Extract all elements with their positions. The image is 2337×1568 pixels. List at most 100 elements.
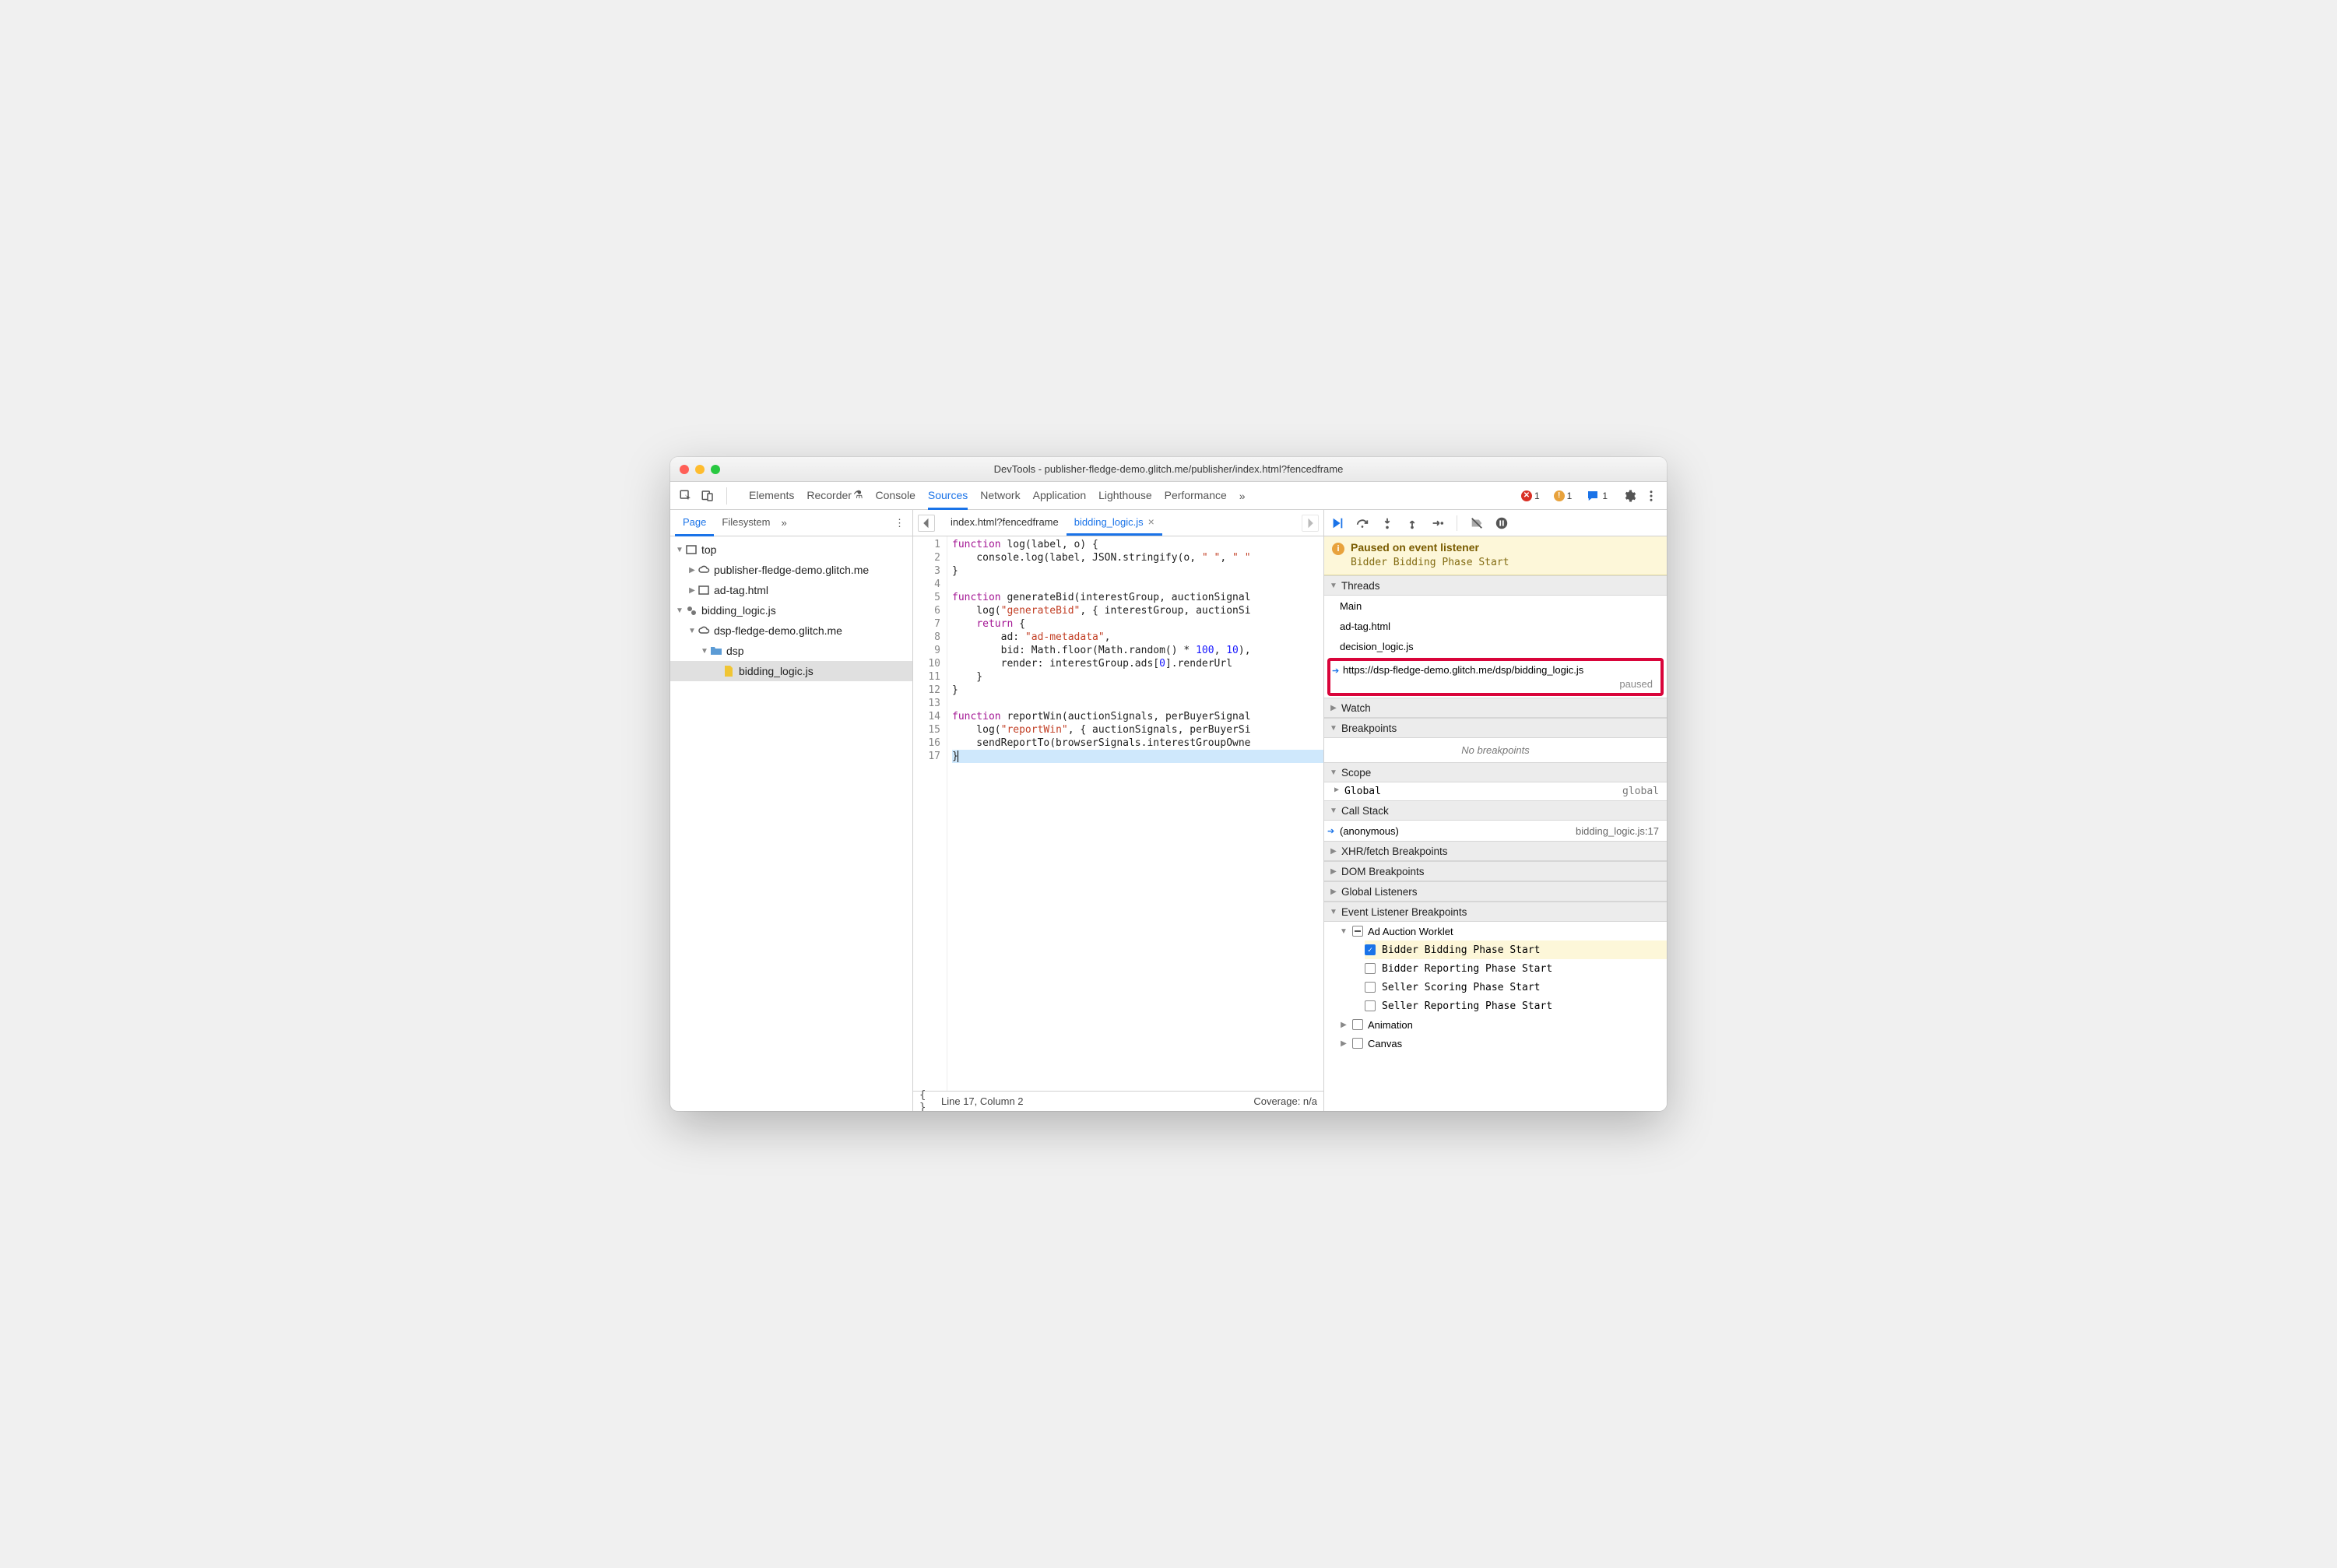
- line-gutter: 1234567891011121314151617: [913, 536, 947, 1091]
- tree-host-dsp[interactable]: ▼dsp-fledge-demo.glitch.me: [670, 621, 912, 641]
- elb-option[interactable]: Seller Reporting Phase Start: [1365, 997, 1667, 1015]
- pretty-print-icon[interactable]: { }: [919, 1089, 937, 1112]
- debugger-pane: i Paused on event listener Bidder Biddin…: [1324, 510, 1667, 1111]
- current-frame-arrow-icon: ➔: [1327, 826, 1334, 836]
- section-threads[interactable]: ▼Threads: [1324, 575, 1667, 596]
- device-toggle-icon[interactable]: [698, 487, 717, 505]
- tree-frame-adtag[interactable]: ▶ad-tag.html: [670, 580, 912, 600]
- checkbox-icon[interactable]: [1365, 963, 1376, 974]
- section-global-listeners[interactable]: ▶Global Listeners: [1324, 881, 1667, 902]
- issues-count[interactable]: 1: [1583, 489, 1611, 503]
- editor-pane: index.html?fencedframe bidding_logic.js×…: [913, 510, 1324, 1111]
- checkbox-mixed-icon[interactable]: [1352, 926, 1363, 937]
- tab-network[interactable]: Network: [980, 483, 1020, 510]
- file-tab-index[interactable]: index.html?fencedframe: [943, 510, 1067, 536]
- checkbox-icon[interactable]: [1365, 1000, 1376, 1011]
- inspect-element-icon[interactable]: [676, 487, 695, 505]
- thread-active-highlight[interactable]: ➔ https://dsp-fledge-demo.glitch.me/dsp/…: [1327, 658, 1664, 696]
- nav-back-button[interactable]: [918, 515, 935, 532]
- section-breakpoints[interactable]: ▼Breakpoints: [1324, 718, 1667, 738]
- tree-frame-top[interactable]: ▼top: [670, 540, 912, 560]
- js-file-icon: [722, 665, 736, 677]
- elb-option[interactable]: ✓Bidder Bidding Phase Start: [1365, 940, 1667, 959]
- step-out-button[interactable]: [1405, 516, 1419, 530]
- close-window-button[interactable]: [680, 465, 689, 474]
- coverage-label: Coverage: n/a: [1253, 1095, 1317, 1107]
- warning-count[interactable]: !1: [1551, 490, 1576, 501]
- navigator-pane: Page Filesystem » ⋮ ▼top ▶publisher-fled…: [670, 510, 913, 1111]
- code-content: function log(label, o) { console.log(lab…: [947, 536, 1323, 1091]
- checkbox-icon[interactable]: [1365, 982, 1376, 993]
- error-count[interactable]: ✕1: [1518, 490, 1543, 501]
- folder-icon: [709, 645, 723, 657]
- section-callstack[interactable]: ▼Call Stack: [1324, 800, 1667, 821]
- step-into-button[interactable]: [1380, 516, 1394, 530]
- elb-option[interactable]: Bidder Reporting Phase Start: [1365, 959, 1667, 978]
- thread-adtag[interactable]: ad-tag.html: [1324, 616, 1667, 636]
- subtab-page[interactable]: Page: [675, 511, 714, 536]
- tree-host-publisher[interactable]: ▶publisher-fledge-demo.glitch.me: [670, 560, 912, 580]
- debugger-toolbar: [1324, 510, 1667, 536]
- file-tree: ▼top ▶publisher-fledge-demo.glitch.me ▶a…: [670, 536, 912, 1111]
- minimize-window-button[interactable]: [695, 465, 705, 474]
- elb-group-animation[interactable]: ▶Animation: [1337, 1015, 1667, 1034]
- pause-message: Bidder Bidding Phase Start: [1351, 557, 1509, 568]
- frame-icon: [697, 584, 711, 596]
- devtools-window: DevTools - publisher-fledge-demo.glitch.…: [670, 457, 1667, 1111]
- elb-group-canvas[interactable]: ▶Canvas: [1337, 1034, 1667, 1053]
- pause-on-exceptions-button[interactable]: [1495, 516, 1509, 530]
- zoom-window-button[interactable]: [711, 465, 720, 474]
- nav-forward-button[interactable]: [1302, 515, 1319, 532]
- section-event-listener-breakpoints[interactable]: ▼Event Listener Breakpoints: [1324, 902, 1667, 922]
- close-tab-icon[interactable]: ×: [1148, 516, 1154, 527]
- checkbox-checked-icon[interactable]: ✓: [1365, 944, 1376, 955]
- window-title: DevTools - publisher-fledge-demo.glitch.…: [670, 463, 1667, 475]
- section-watch[interactable]: ▶Watch: [1324, 698, 1667, 718]
- panel-tabs: Elements Recorder ⚗ Console Sources Netw…: [736, 482, 1515, 509]
- callstack-location: bidding_logic.js:17: [1576, 825, 1659, 837]
- elb-group-ad-auction[interactable]: ▼Ad Auction Worklet: [1337, 922, 1667, 940]
- flask-icon: ⚗: [853, 488, 863, 501]
- checkbox-icon[interactable]: [1352, 1038, 1363, 1049]
- deactivate-breakpoints-button[interactable]: [1470, 516, 1484, 530]
- scope-global-row[interactable]: ▶ Global global: [1324, 782, 1667, 800]
- gears-icon: [684, 604, 698, 617]
- cursor-position: Line 17, Column 2: [941, 1095, 1253, 1107]
- more-tabs-icon[interactable]: »: [1239, 490, 1246, 502]
- tab-performance[interactable]: Performance: [1165, 483, 1227, 510]
- active-thread-arrow-icon: ➔: [1332, 666, 1339, 676]
- tab-recorder[interactable]: Recorder ⚗: [807, 483, 863, 510]
- thread-decision[interactable]: decision_logic.js: [1324, 636, 1667, 656]
- step-button[interactable]: [1430, 516, 1444, 530]
- tab-application[interactable]: Application: [1033, 483, 1087, 510]
- info-icon: i: [1332, 543, 1344, 555]
- section-scope[interactable]: ▼Scope: [1324, 762, 1667, 782]
- checkbox-icon[interactable]: [1352, 1019, 1363, 1030]
- main-toolbar: Elements Recorder ⚗ Console Sources Netw…: [670, 482, 1667, 510]
- pause-title: Paused on event listener: [1351, 541, 1509, 554]
- subtab-filesystem[interactable]: Filesystem: [714, 511, 778, 536]
- section-dom-breakpoints[interactable]: ▶DOM Breakpoints: [1324, 861, 1667, 881]
- tab-console[interactable]: Console: [876, 483, 915, 510]
- tree-worklet-bidding[interactable]: ▼bidding_logic.js: [670, 600, 912, 621]
- tab-sources[interactable]: Sources: [928, 483, 968, 510]
- callstack-frame-0[interactable]: ➔ (anonymous) bidding_logic.js:17: [1324, 821, 1667, 841]
- code-editor[interactable]: 1234567891011121314151617 function log(l…: [913, 536, 1323, 1091]
- file-tab-bidding-logic[interactable]: bidding_logic.js×: [1067, 510, 1162, 536]
- elb-option[interactable]: Seller Scoring Phase Start: [1365, 978, 1667, 997]
- thread-paused-label: paused: [1619, 678, 1653, 690]
- thread-main[interactable]: Main: [1324, 596, 1667, 616]
- cloud-icon: [697, 564, 711, 576]
- tab-elements[interactable]: Elements: [749, 483, 794, 510]
- kebab-menu-icon[interactable]: [1642, 487, 1660, 505]
- breakpoints-empty: No breakpoints: [1324, 738, 1667, 762]
- tree-file-bidding-logic[interactable]: bidding_logic.js: [670, 661, 912, 681]
- navigator-kebab-icon[interactable]: ⋮: [891, 517, 908, 529]
- settings-icon[interactable]: [1620, 487, 1639, 505]
- tree-folder-dsp[interactable]: ▼dsp: [670, 641, 912, 661]
- step-over-button[interactable]: [1355, 516, 1369, 530]
- section-xhr-breakpoints[interactable]: ▶XHR/fetch Breakpoints: [1324, 841, 1667, 861]
- more-subtabs-icon[interactable]: »: [778, 517, 790, 529]
- resume-button[interactable]: [1330, 516, 1344, 530]
- tab-lighthouse[interactable]: Lighthouse: [1098, 483, 1152, 510]
